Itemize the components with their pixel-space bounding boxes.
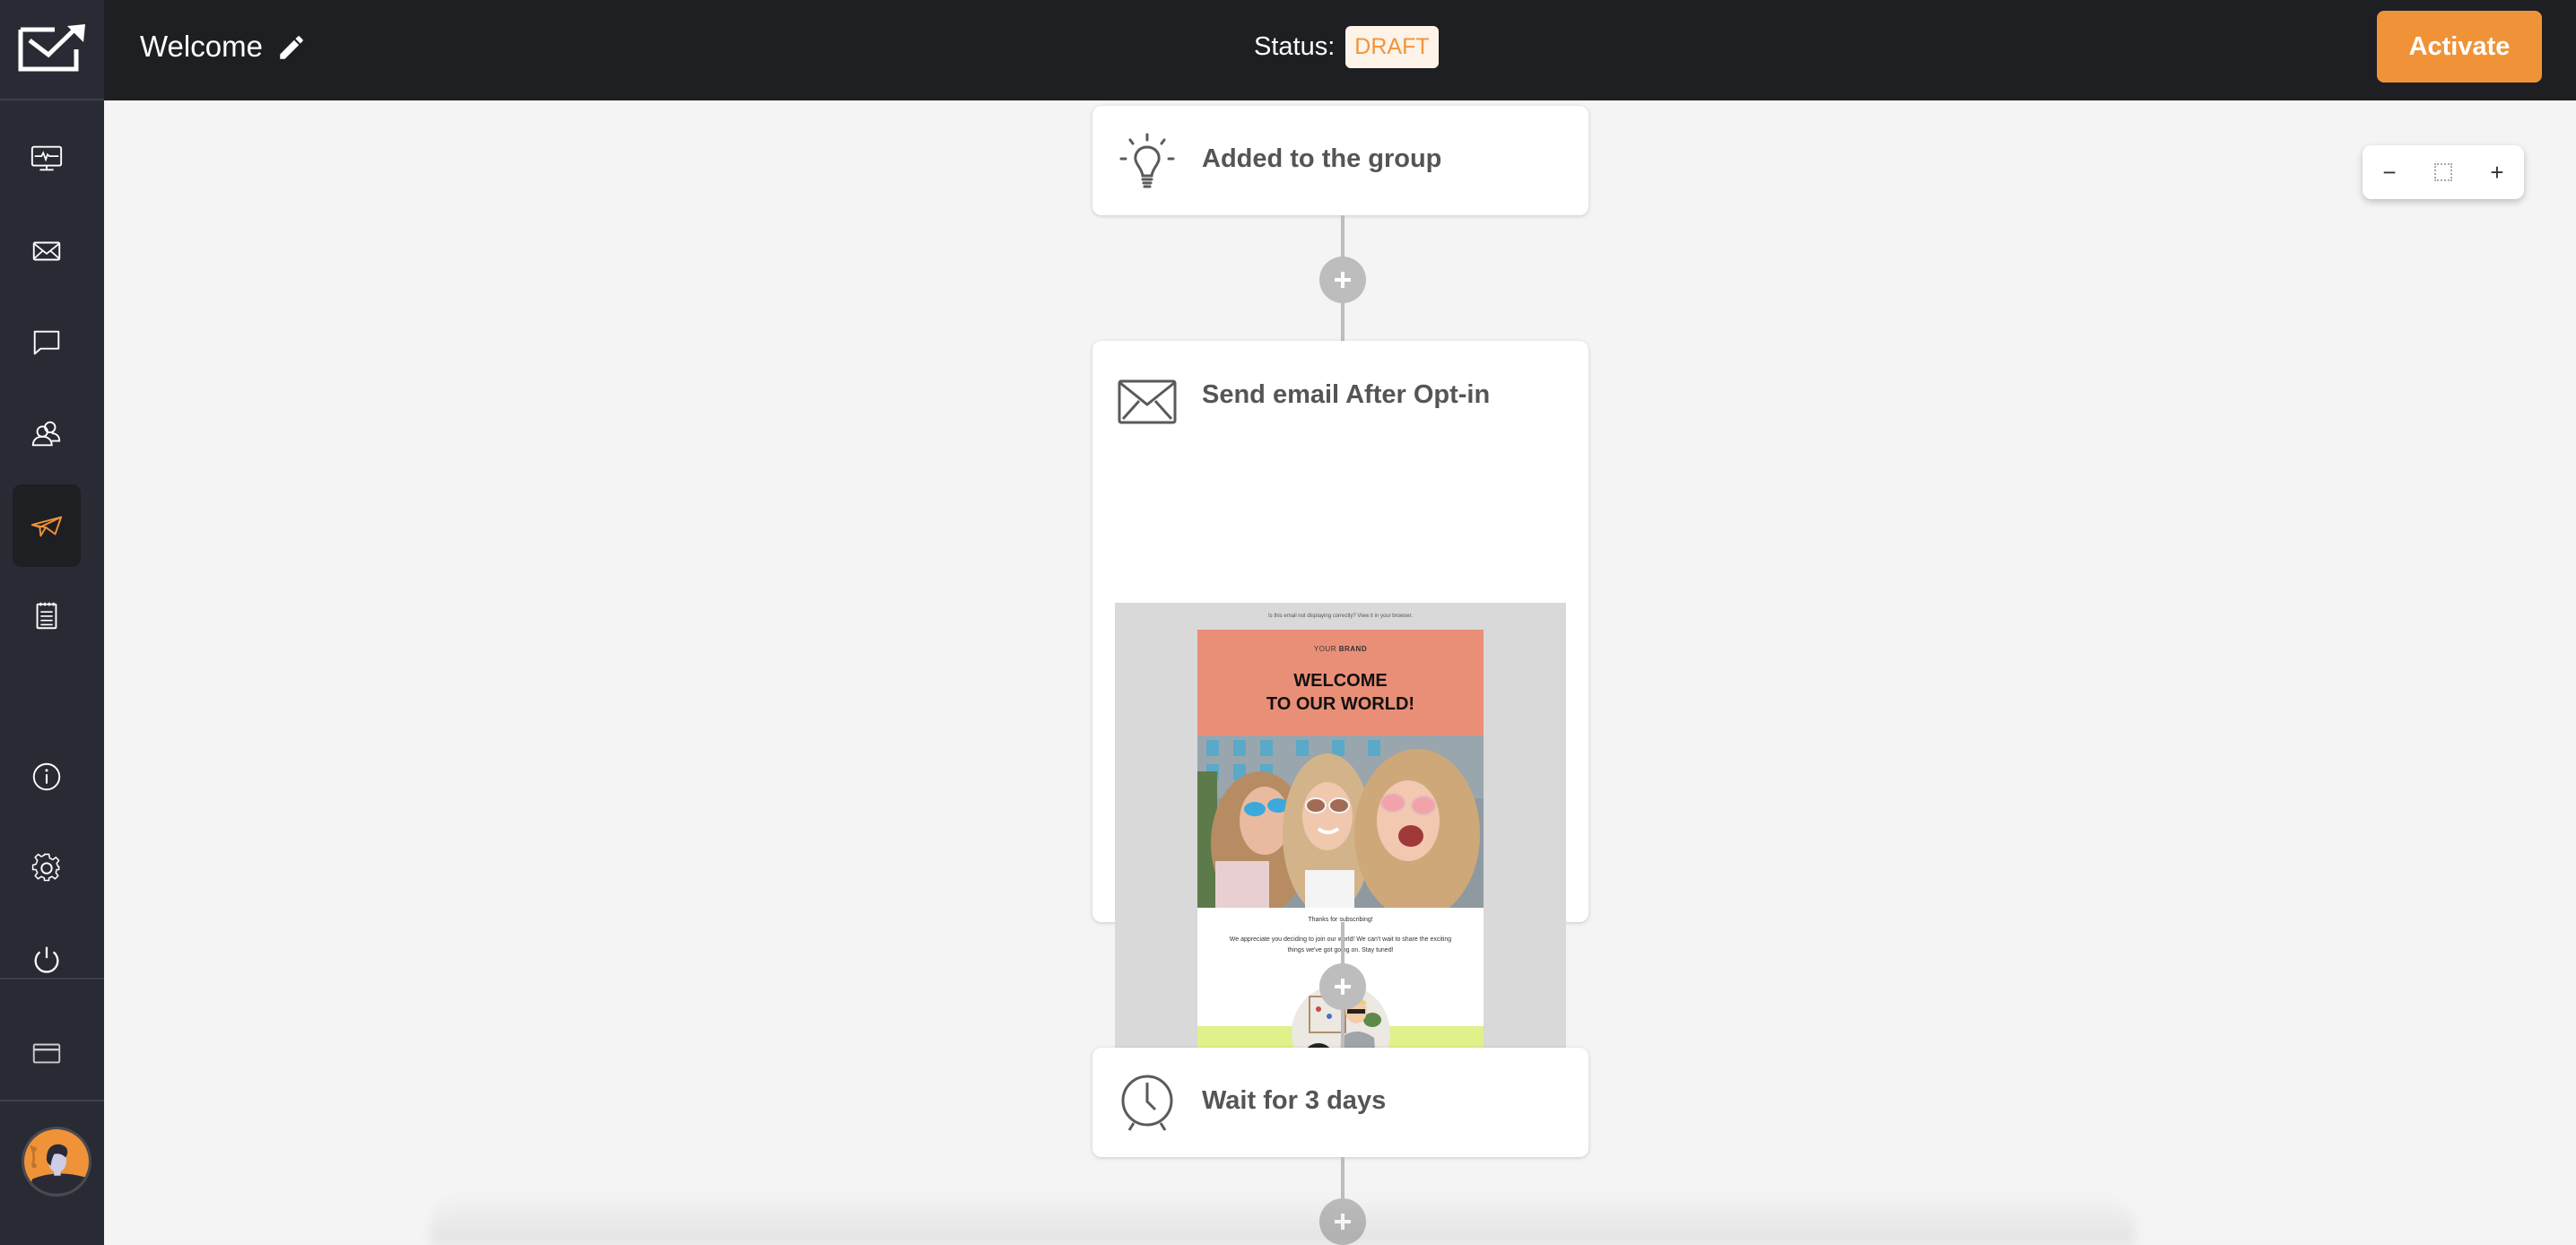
workflow-title[interactable]: Welcome	[140, 27, 263, 66]
sidebar-item-automations[interactable]	[13, 484, 81, 567]
lightbulb-icon	[1119, 133, 1175, 188]
step-title: Added to the group	[1202, 144, 1442, 173]
email-hero-photo	[1197, 736, 1484, 908]
add-step-button[interactable]	[1319, 257, 1366, 303]
envelope-icon	[1118, 379, 1177, 424]
clock-icon	[1121, 1075, 1173, 1131]
email-browser-note: Is this email not displaying correctly? …	[1268, 614, 1413, 619]
sidebar-item-settings[interactable]	[13, 827, 81, 910]
envelope-icon	[32, 241, 61, 261]
sidebar-item-help[interactable]	[13, 736, 81, 818]
chat-bubble-icon	[33, 330, 60, 355]
status-label: Status:	[1254, 31, 1336, 61]
sidebar-item-subscribers[interactable]	[13, 393, 81, 475]
add-step-button[interactable]	[1319, 1198, 1366, 1245]
info-icon	[32, 762, 61, 791]
user-avatar-icon	[24, 1129, 89, 1194]
sidebar-divider	[0, 99, 104, 100]
step-title: Wait for 3 days	[1202, 1086, 1387, 1115]
workflow-step-delay[interactable]: Wait for 3 days	[1092, 1048, 1588, 1157]
activate-button[interactable]: Activate	[2377, 11, 2542, 83]
status-indicator: Status: DRAFT	[1254, 25, 1439, 68]
users-icon	[31, 421, 61, 447]
plus-icon	[1335, 979, 1351, 995]
power-icon	[34, 946, 59, 973]
sidebar-item-sites[interactable]	[13, 574, 81, 657]
step-title: Send email After Opt-in	[1202, 380, 1491, 409]
workflow-step-email[interactable]: Send email After Opt-in Is this email no…	[1092, 341, 1588, 1054]
status-badge: DRAFT	[1345, 25, 1439, 68]
fit-square-icon	[2434, 163, 2452, 181]
sidebar-item-logout[interactable]	[13, 919, 81, 1001]
pencil-icon[interactable]	[276, 32, 307, 63]
email-brand: YOUR BRAND	[1313, 645, 1368, 653]
sidebar-divider	[0, 978, 104, 979]
sidebar-item-forms[interactable]	[13, 301, 81, 384]
fit-to-screen-button[interactable]	[2425, 154, 2461, 190]
email-headline: WELCOME TO OUR WORLD!	[1266, 671, 1415, 714]
sidebar-item-campaigns[interactable]	[13, 210, 81, 292]
sidebar	[0, 0, 104, 1245]
canvas-bottom-shadow	[431, 1193, 2135, 1245]
sidebar-item-billing[interactable]	[13, 1014, 81, 1093]
plus-icon	[1335, 272, 1351, 288]
monitor-pulse-icon	[30, 145, 63, 171]
add-step-button[interactable]	[1319, 963, 1366, 1010]
notepad-icon	[36, 602, 57, 630]
zoom-out-button[interactable]: −	[2371, 154, 2407, 190]
credit-card-icon	[32, 1043, 61, 1064]
gear-icon	[31, 853, 60, 882]
sidebar-item-dashboard[interactable]	[13, 118, 81, 200]
paper-plane-icon	[30, 516, 63, 537]
envelope-arrow-logo-icon	[18, 24, 85, 72]
plus-icon	[1335, 1214, 1351, 1230]
email-hero: YOUR BRAND WELCOME TO OUR WORLD!	[1197, 630, 1484, 736]
sidebar-divider	[0, 1100, 104, 1101]
top-header: Welcome Status: DRAFT Activate	[0, 0, 2576, 100]
user-avatar[interactable]	[22, 1127, 91, 1197]
app-logo[interactable]	[0, 0, 104, 99]
zoom-in-button[interactable]: +	[2479, 154, 2515, 190]
workflow-step-trigger[interactable]: Added to the group	[1092, 106, 1588, 215]
zoom-controls: − +	[2363, 145, 2524, 199]
